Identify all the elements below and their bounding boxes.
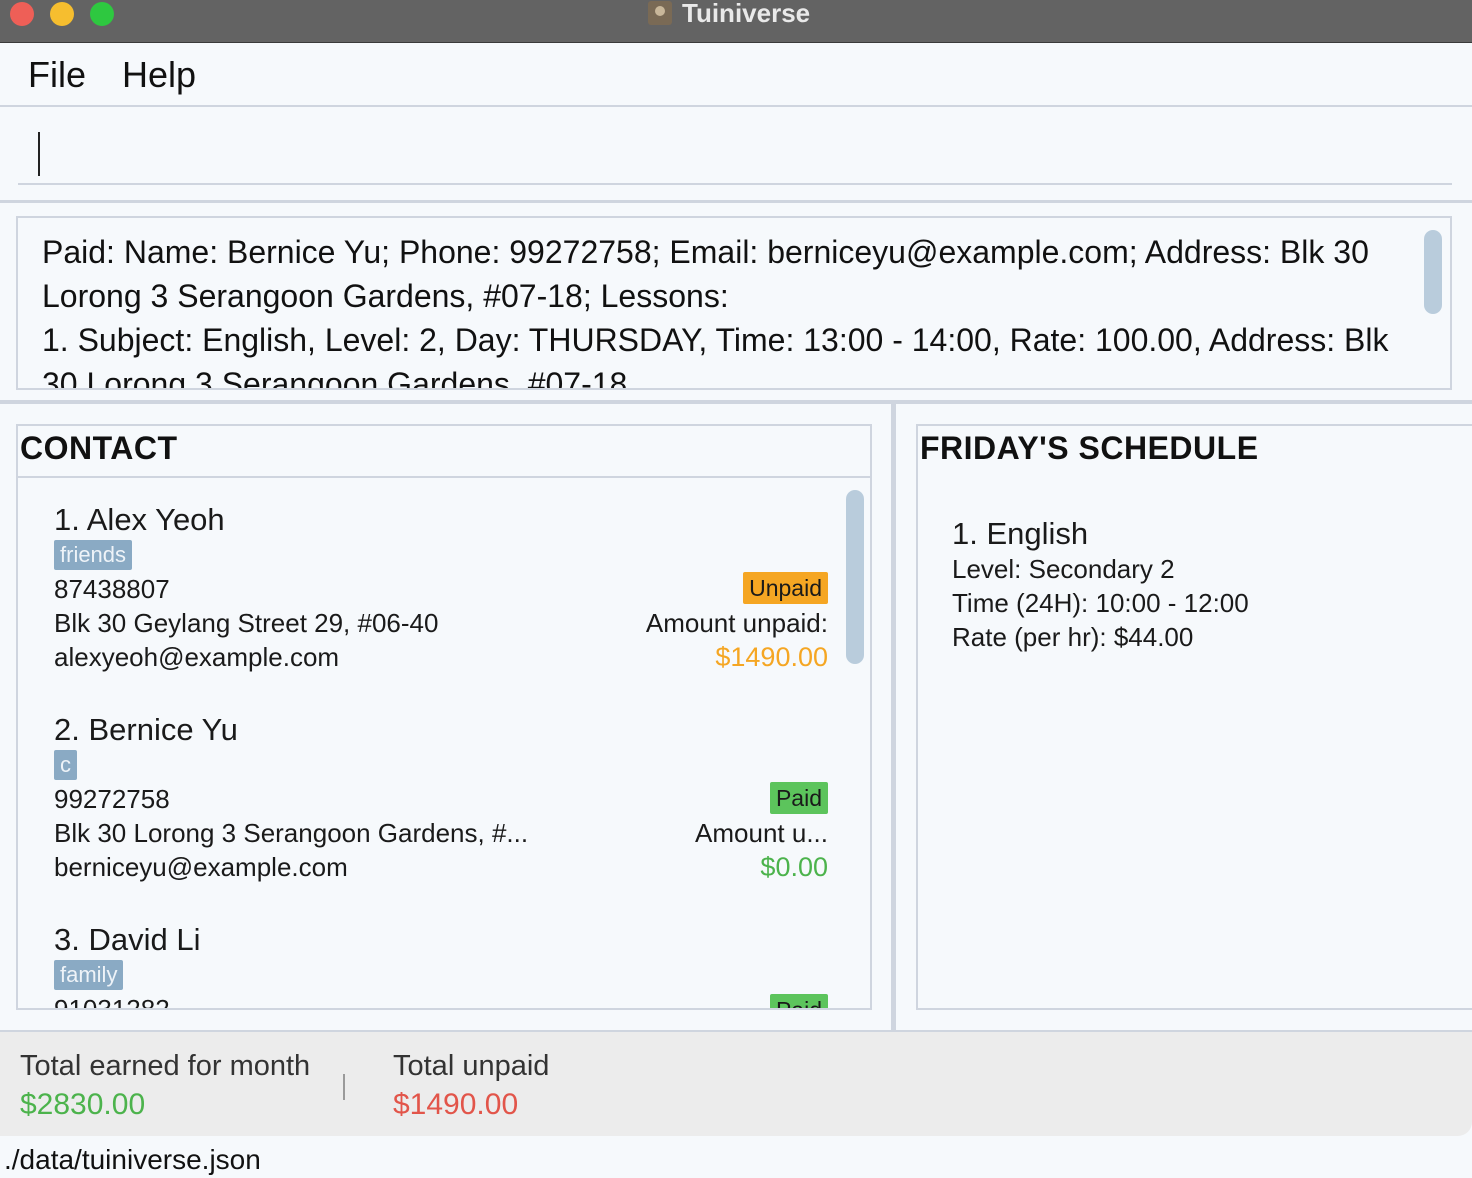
schedule-item-subject: 1. English [952, 516, 1089, 551]
text-caret [38, 132, 40, 176]
command-input[interactable] [18, 123, 1452, 185]
amount-unpaid-label: Amount unpaid: [645, 608, 828, 638]
contact-email: berniceyu@example.com [54, 852, 348, 882]
contact-panel: CONTACT 1. Alex Yeoh friends 87438807 Bl… [16, 424, 872, 1010]
total-unpaid-label: Total unpaid [393, 1050, 550, 1082]
contact-name: 3. David Li [54, 922, 201, 957]
split-divider-vertical[interactable] [891, 404, 896, 1030]
schedule-item-rate: Rate (per hr): $44.00 [952, 622, 1194, 652]
payment-status-badge: Paid [769, 782, 828, 814]
contact-panel-title: CONTACT [20, 430, 178, 466]
app-icon [648, 1, 672, 25]
menu-help[interactable]: Help [122, 54, 196, 96]
result-text: Paid: Name: Bernice Yu; Phone: 99272758;… [42, 234, 1389, 390]
result-display[interactable]: Paid: Name: Bernice Yu; Phone: 99272758;… [16, 216, 1452, 390]
contact-card[interactable]: 2. Bernice Yu c 99272758 Blk 30 Lorong 3… [20, 688, 840, 898]
menu-file[interactable]: File [28, 54, 86, 96]
minimize-window-button[interactable] [50, 2, 74, 26]
schedule-item-time: Time (24H): 10:00 - 12:00 [952, 588, 1249, 618]
status-bar: ./data/tuiniverse.json [0, 1140, 1472, 1178]
contact-list[interactable]: 1. Alex Yeoh friends 87438807 Blk 30 Gey… [20, 478, 870, 1008]
split-divider-horizontal[interactable] [0, 400, 1472, 404]
contact-list-scrollbar[interactable] [846, 490, 864, 664]
schedule-panel-title: FRIDAY'S SCHEDULE [920, 430, 1259, 466]
data-file-path: ./data/tuiniverse.json [4, 1144, 261, 1175]
payment-status-badge: Unpaid [743, 572, 828, 604]
total-earned-value: $2830.00 [20, 1088, 146, 1121]
total-unpaid-value: $1490.00 [393, 1088, 519, 1121]
amount-unpaid-value: $0.00 [760, 852, 828, 882]
window-title: Tuiniverse [682, 0, 811, 28]
contact-phone: 99272758 [54, 784, 170, 814]
close-window-button[interactable] [10, 2, 34, 26]
schedule-panel: FRIDAY'S SCHEDULE 1. English Level: Seco… [916, 424, 1472, 1010]
total-earned-label: Total earned for month [20, 1050, 311, 1082]
command-box-area [0, 109, 1472, 203]
contact-tag: family [54, 960, 124, 990]
contact-address: Blk 30 Geylang Street 29, #06-40 [54, 608, 439, 638]
schedule-item-level: Level: Secondary 2 [952, 554, 1175, 584]
contact-tag: friends [54, 540, 133, 570]
title-bar: Tuiniverse [0, 0, 1472, 43]
contact-address: Blk 30 Lorong 3 Serangoon Gardens, #... [54, 818, 529, 848]
stats-separator [343, 1074, 345, 1100]
window-title-group: Tuiniverse [648, 0, 810, 29]
amount-unpaid-value: $1490.00 [715, 642, 828, 672]
contact-phone: 91031282 [54, 994, 170, 1008]
menu-bar: File Help [0, 44, 1472, 107]
contact-phone: 87438807 [54, 574, 170, 604]
contact-tag: c [54, 750, 77, 780]
contact-name: 2. Bernice Yu [54, 712, 238, 747]
contact-name: 1. Alex Yeoh [54, 502, 225, 537]
contact-card[interactable]: 1. Alex Yeoh friends 87438807 Blk 30 Gey… [20, 478, 840, 688]
maximize-window-button[interactable] [90, 2, 114, 26]
contact-card[interactable]: 3. David Li family 91031282 Paid [20, 898, 840, 1008]
amount-unpaid-label: Amount u... [695, 818, 828, 848]
contact-email: alexyeoh@example.com [54, 642, 340, 672]
payment-status-badge: Paid [769, 994, 828, 1008]
result-scrollbar[interactable] [1424, 230, 1442, 314]
earnings-summary-bar: Total earned for month $2830.00 Total un… [0, 1030, 1472, 1136]
